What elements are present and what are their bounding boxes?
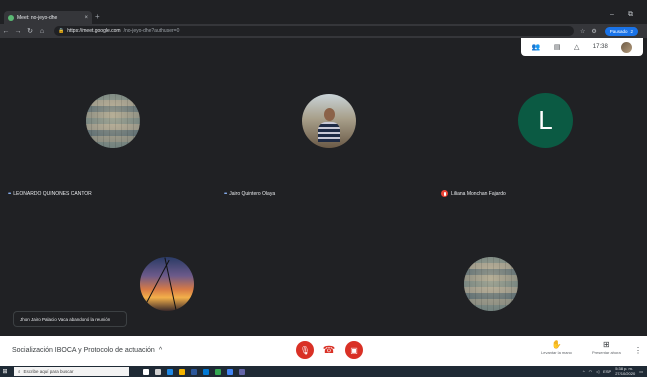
volume-icon[interactable]: ◁ — [596, 369, 599, 374]
participant-name-tag: ••• LEONARDO QUINONES CANTOR — [8, 191, 92, 197]
phone-hangup-icon: ☎ — [322, 344, 336, 356]
taskbar-search-input[interactable]: ⌕ Escribe aquí para buscar — [14, 367, 129, 376]
raise-hand-button[interactable]: ✋ Levantar la mano — [541, 340, 572, 355]
present-now-button[interactable]: ⊞ Presentar ahora — [592, 340, 621, 355]
participant-video — [140, 257, 194, 311]
browser-tabbar: Meet: no-jeyo-dhe × + – ⧉ — [0, 10, 647, 24]
participant-avatar: L — [518, 93, 573, 148]
participant-name: Jairo Quintero Olaya — [229, 191, 276, 197]
raise-hand-label: Levantar la mano — [541, 350, 572, 355]
present-screen-icon: ⊞ — [602, 340, 610, 349]
new-tab-button[interactable]: + — [95, 12, 100, 21]
forward-icon[interactable]: → — [12, 28, 24, 35]
more-options-icon[interactable]: ⋮ — [634, 346, 642, 355]
participant-name-tag: Liliana Monchan Fajardo — [441, 190, 506, 197]
task-view-icon[interactable] — [143, 368, 149, 375]
mail-icon[interactable] — [227, 368, 233, 375]
audio-indicator-icon: ••• — [224, 191, 227, 197]
participant-avatar — [464, 257, 518, 311]
meet-top-panel: 👥 ▤ △ 17:38 — [521, 38, 643, 56]
network-icon[interactable]: ◠ — [589, 369, 593, 374]
maximize-button[interactable]: ⧉ — [628, 11, 633, 19]
cortana-icon[interactable] — [155, 368, 161, 375]
minimize-button[interactable]: – — [610, 11, 614, 18]
people-icon[interactable]: 👥 — [532, 43, 541, 51]
profile-badge: 2 — [630, 28, 634, 34]
file-explorer-icon[interactable] — [179, 368, 185, 375]
tab-close-icon[interactable]: × — [84, 15, 88, 21]
mic-off-icon — [441, 190, 448, 197]
search-placeholder: Escribe aquí para buscar — [23, 369, 74, 374]
meet-bottom-bar: Socialización IBOCA y Protocolo de actua… — [0, 336, 647, 366]
camera-toggle-button[interactable]: ▣ — [345, 341, 363, 359]
taskbar-apps — [143, 368, 245, 375]
tab-title: Meet: no-jeyo-dhe — [17, 14, 58, 21]
hand-icon: ✋ — [551, 340, 562, 349]
participant-avatar — [302, 94, 356, 148]
mic-off-icon: 🎙 — [299, 345, 311, 355]
chat-icon[interactable]: ▤ — [554, 43, 561, 51]
teams-icon[interactable] — [239, 368, 245, 375]
activities-icon[interactable]: △ — [574, 43, 579, 51]
url-host: https://meet.google.com — [67, 28, 121, 34]
taskbar-clock[interactable]: 5:38 p. m. 27/10/2020 — [615, 366, 636, 376]
meeting-title: Socialización IBOCA y Protocolo de actua… — [12, 347, 155, 354]
meeting-clock: 17:38 — [592, 44, 608, 50]
edge-icon[interactable] — [167, 368, 173, 375]
windows-taskbar: ⊞ ⌕ Escribe aquí para buscar ^ ◠ ◁ ESP 5… — [0, 366, 647, 377]
tray-language[interactable]: ESP — [603, 369, 611, 374]
home-icon[interactable]: ⌂ — [36, 28, 48, 35]
windows-start-icon[interactable]: ⊞ — [0, 368, 10, 375]
word-icon[interactable] — [191, 368, 197, 375]
participant-name: LEONARDO QUINONES CANTOR — [13, 191, 92, 197]
meet-favicon-icon — [8, 14, 14, 21]
audio-indicator-icon: ••• — [8, 191, 11, 197]
participant-avatar — [86, 94, 140, 148]
participant-name-tag: ••• Jairo Quintero Olaya — [224, 191, 275, 197]
profile-label: Pausado — [609, 28, 628, 34]
chevron-up-icon: ^ — [158, 347, 163, 354]
chrome-icon[interactable] — [215, 368, 221, 375]
lock-icon: 🔒 — [58, 28, 65, 34]
star-icon[interactable]: ☆ — [580, 28, 585, 35]
browser-tab[interactable]: Meet: no-jeyo-dhe × — [4, 11, 92, 24]
store-icon[interactable] — [203, 368, 209, 375]
meeting-details-button[interactable]: Socialización IBOCA y Protocolo de actua… — [12, 347, 162, 354]
present-now-label: Presentar ahora — [592, 350, 621, 355]
reload-icon[interactable]: ↻ — [24, 27, 36, 35]
back-icon[interactable]: ← — [0, 28, 12, 35]
participant-name: Liliana Monchan Fajardo — [451, 190, 506, 197]
tray-chevron-icon[interactable]: ^ — [583, 369, 585, 374]
hangup-button[interactable]: ☎ — [320, 341, 338, 359]
profile-button[interactable]: Pausado 2 — [604, 26, 639, 36]
address-bar[interactable]: 🔒 https://meet.google.com /no-jeyo-dhe?a… — [54, 26, 574, 36]
search-icon: ⌕ — [18, 369, 21, 374]
camera-off-icon: ▣ — [350, 345, 358, 355]
notifications-icon[interactable]: ▭ — [639, 369, 643, 374]
url-path: /no-jeyo-dhe?authuser=0 — [123, 28, 180, 34]
left-meeting-toast: Jhon Jairo Palacio Vaca abandonó la reun… — [14, 312, 126, 326]
mic-toggle-button[interactable]: 🎙 — [296, 341, 314, 359]
avatar-letter: L — [538, 105, 553, 135]
clock-date: 27/10/2020 — [615, 370, 636, 376]
extensions-icon[interactable]: ⚙ — [591, 28, 596, 35]
self-avatar — [621, 41, 633, 53]
system-tray: ^ ◠ ◁ ESP 5:38 p. m. 27/10/2020 ▭ — [583, 366, 643, 376]
browser-toolbar: ← → ↻ ⌂ 🔒 https://meet.google.com /no-je… — [0, 24, 647, 38]
